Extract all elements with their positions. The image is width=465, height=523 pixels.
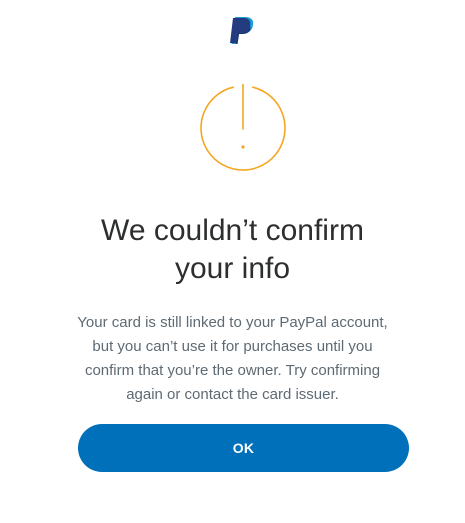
message-line: again or contact the card issuer. (126, 386, 339, 403)
title-line: We couldn’t confirm (101, 214, 364, 247)
message-line: confirm that you’re the owner. Try confi… (84, 362, 381, 379)
paypal-logo-icon (230, 17, 254, 44)
title-line: your info (174, 252, 291, 285)
error-message: Your card is still linked to your PayPal… (70, 311, 395, 407)
message-line: Your card is still linked to your PayPal… (77, 314, 388, 331)
message-line: but you can’t use it for purchases until… (92, 338, 373, 355)
confirm-error-page: We couldn’t confirm your info Your card … (0, 0, 465, 523)
exclamation-circle-icon (200, 84, 286, 171)
page-title: We couldn’t confirm your info (0, 212, 465, 288)
ok-button[interactable]: OK (78, 424, 409, 472)
